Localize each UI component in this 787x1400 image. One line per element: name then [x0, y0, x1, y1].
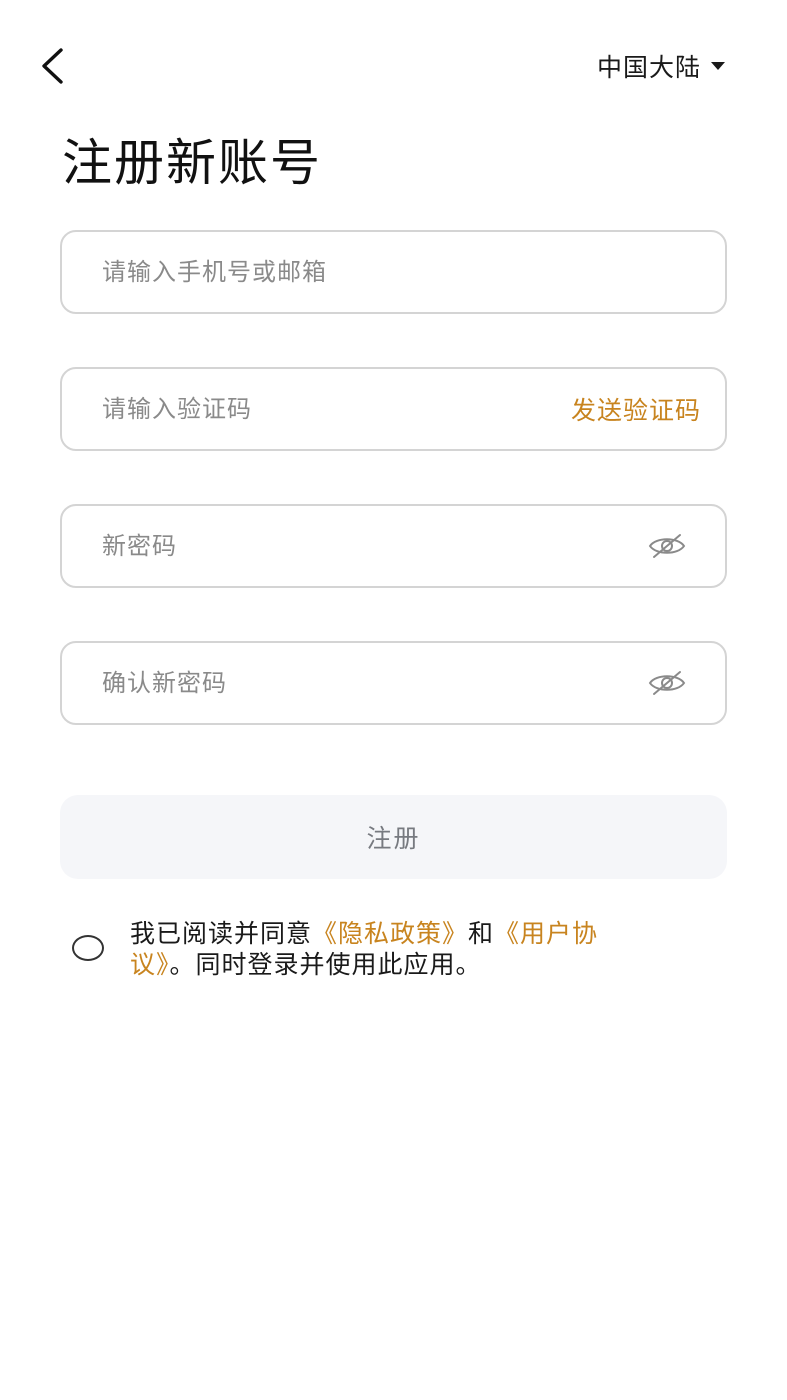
- privacy-policy-link[interactable]: 《隐私政策》: [312, 919, 468, 948]
- page-title: 注册新账号: [62, 134, 322, 192]
- agreement-middle: 和: [468, 919, 495, 948]
- agreement-text: 我已阅读并同意《隐私政策》和《用户协议》。同时登录并使用此应用。: [130, 918, 660, 980]
- code-field: 发送验证码: [60, 367, 727, 451]
- confirm-visibility-toggle[interactable]: [647, 668, 687, 698]
- code-input[interactable]: [102, 395, 571, 423]
- send-code-button[interactable]: 发送验证码: [571, 391, 701, 427]
- agreement-prefix: 我已阅读并同意: [130, 919, 313, 948]
- account-field: [60, 230, 727, 314]
- eye-off-icon: [648, 671, 686, 695]
- back-button[interactable]: [30, 44, 74, 88]
- register-button[interactable]: 注册: [60, 795, 727, 879]
- confirm-password-field: [60, 641, 727, 725]
- password-visibility-toggle[interactable]: [647, 531, 687, 561]
- chevron-left-icon: [42, 48, 63, 84]
- caret-down-icon: [711, 62, 725, 70]
- region-selector[interactable]: 中国大陆: [597, 46, 725, 86]
- region-label: 中国大陆: [596, 53, 701, 82]
- password-input[interactable]: [102, 532, 647, 560]
- eye-off-icon: [648, 534, 686, 558]
- account-input[interactable]: [102, 258, 701, 286]
- agreement-suffix: 。同时登录并使用此应用。: [169, 950, 482, 979]
- password-field: [60, 504, 727, 588]
- confirm-password-input[interactable]: [102, 669, 647, 697]
- agree-radio[interactable]: [72, 935, 104, 961]
- agreement-row: 我已阅读并同意《隐私政策》和《用户协议》。同时登录并使用此应用。: [72, 918, 672, 980]
